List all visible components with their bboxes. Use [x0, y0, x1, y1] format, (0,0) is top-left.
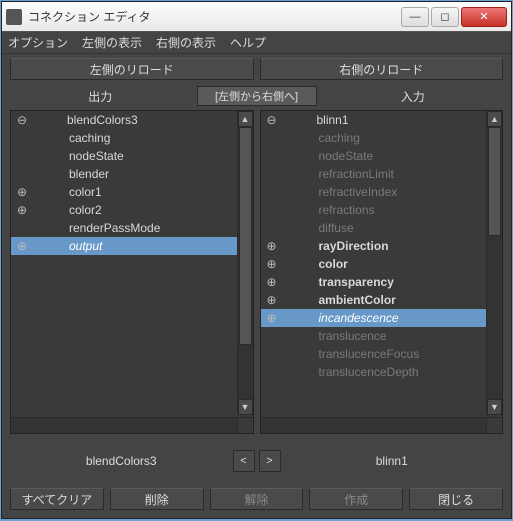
tree-item[interactable]: ⊕rayDirection: [261, 237, 503, 255]
tree-item[interactable]: refractions: [261, 201, 503, 219]
header-bar: 出力 [左側から右側へ] 入力: [2, 84, 511, 110]
tree-root[interactable]: ⊖blendColors3: [11, 111, 253, 129]
close-button-bottom[interactable]: 閉じる: [409, 488, 503, 510]
tree-item-label: incandescence: [279, 311, 399, 325]
window-title: コネクション エディタ: [28, 8, 401, 25]
bottom-bar: すべてクリア 削除 解除 作成 閉じる: [2, 484, 511, 518]
tree-item-label: caching: [279, 131, 360, 145]
tree-item-label: translucenceDepth: [279, 365, 419, 379]
tree-item-label: blender: [29, 167, 109, 181]
left-vscroll[interactable]: ▲ ▼: [237, 111, 253, 415]
tree-item[interactable]: translucence: [261, 327, 503, 345]
status-left: blendColors3: [10, 454, 233, 468]
expand-icon[interactable]: ⊕: [265, 239, 279, 253]
tree-item-label: nodeState: [29, 149, 124, 163]
tree-item-label: refractions: [279, 203, 375, 217]
tree-item-label: refractionLimit: [279, 167, 394, 181]
status-right: blinn1: [281, 454, 504, 468]
right-hscroll[interactable]: [261, 417, 487, 433]
tree-item-label: color2: [29, 203, 102, 217]
tree-item-label: nodeState: [279, 149, 374, 163]
scroll-up-icon[interactable]: ▲: [238, 111, 253, 127]
window-frame: コネクション エディタ — ◻ ✕ オプション 左側の表示 右側の表示 ヘルプ …: [1, 1, 512, 519]
tree-item[interactable]: renderPassMode: [11, 219, 253, 237]
titlebar[interactable]: コネクション エディタ — ◻ ✕: [2, 2, 511, 32]
tree-item-label: output: [29, 239, 102, 253]
expand-icon[interactable]: ⊕: [15, 239, 29, 253]
expand-icon[interactable]: ⊕: [15, 203, 29, 217]
tree-item[interactable]: nodeState: [261, 147, 503, 165]
tree-item[interactable]: ⊕incandescence: [261, 309, 503, 327]
menu-right-display[interactable]: 右側の表示: [156, 34, 216, 51]
tree-item[interactable]: ⊕color: [261, 255, 503, 273]
tree-item[interactable]: ⊕color2: [11, 201, 253, 219]
panels: ⊖blendColors3cachingnodeStateblender⊕col…: [2, 110, 511, 440]
expand-icon[interactable]: ⊕: [265, 311, 279, 325]
menubar: オプション 左側の表示 右側の表示 ヘルプ: [2, 32, 511, 54]
tree-item[interactable]: blender: [11, 165, 253, 183]
tree-item-label: renderPassMode: [29, 221, 160, 235]
tree-item-label: caching: [29, 131, 110, 145]
right-list[interactable]: ⊖blinn1 caching nodeState refractionLimit re…: [261, 111, 503, 433]
tree-item[interactable]: diffuse: [261, 219, 503, 237]
reload-left-button[interactable]: 左側のリロード: [10, 58, 254, 80]
menu-left-display[interactable]: 左側の表示: [82, 34, 142, 51]
scroll-down-icon[interactable]: ▼: [238, 399, 253, 415]
expand-icon[interactable]: ⊕: [265, 257, 279, 271]
left-list[interactable]: ⊖blendColors3cachingnodeStateblender⊕col…: [11, 111, 253, 433]
status-bar: blendColors3 < > blinn1: [2, 440, 511, 484]
reload-right-button[interactable]: 右側のリロード: [260, 58, 504, 80]
tree-item[interactable]: nodeState: [11, 147, 253, 165]
prev-button[interactable]: <: [233, 450, 255, 472]
tree-item-label: transparency: [279, 275, 394, 289]
expand-icon[interactable]: ⊕: [15, 185, 29, 199]
next-button[interactable]: >: [259, 450, 281, 472]
tree-item[interactable]: refractionLimit: [261, 165, 503, 183]
collapse-icon[interactable]: ⊖: [265, 113, 279, 127]
reload-bar: 左側のリロード 右側のリロード: [2, 54, 511, 84]
tree-root[interactable]: ⊖blinn1: [261, 111, 503, 129]
tree-item-label: refractiveIndex: [279, 185, 398, 199]
clear-all-button[interactable]: すべてクリア: [10, 488, 104, 510]
right-panel: ⊖blinn1 caching nodeState refractionLimit re…: [260, 110, 504, 434]
direction-button[interactable]: [左側から右側へ]: [197, 86, 317, 106]
minimize-button[interactable]: —: [401, 7, 429, 27]
inputs-label: 入力: [323, 88, 504, 105]
app-icon: [6, 9, 22, 25]
tree-item[interactable]: translucenceDepth: [261, 363, 503, 381]
close-button[interactable]: ✕: [461, 7, 507, 27]
tree-item-label: diffuse: [279, 221, 354, 235]
collapse-icon[interactable]: ⊖: [15, 113, 29, 127]
tree-item-label: translucenceFocus: [279, 347, 420, 361]
tree-item[interactable]: caching: [261, 129, 503, 147]
tree-item-label: color: [279, 257, 348, 271]
expand-icon[interactable]: ⊕: [265, 275, 279, 289]
left-hscroll[interactable]: [11, 417, 237, 433]
right-vscroll[interactable]: ▲ ▼: [486, 111, 502, 415]
release-button[interactable]: 解除: [210, 488, 304, 510]
tree-item[interactable]: translucenceFocus: [261, 345, 503, 363]
create-button[interactable]: 作成: [309, 488, 403, 510]
outputs-label: 出力: [10, 88, 191, 105]
tree-item[interactable]: ⊕color1: [11, 183, 253, 201]
tree-item-label: rayDirection: [279, 239, 389, 253]
scroll-down-icon[interactable]: ▼: [487, 399, 502, 415]
maximize-button[interactable]: ◻: [431, 7, 459, 27]
delete-button[interactable]: 削除: [110, 488, 204, 510]
tree-item-label: translucence: [279, 329, 387, 343]
tree-item[interactable]: caching: [11, 129, 253, 147]
scroll-up-icon[interactable]: ▲: [487, 111, 502, 127]
tree-item[interactable]: ⊕transparency: [261, 273, 503, 291]
expand-icon[interactable]: ⊕: [265, 293, 279, 307]
tree-item-label: ambientColor: [279, 293, 396, 307]
tree-item[interactable]: ⊕ambientColor: [261, 291, 503, 309]
tree-item[interactable]: ⊕output: [11, 237, 253, 255]
left-panel: ⊖blendColors3cachingnodeStateblender⊕col…: [10, 110, 254, 434]
menu-help[interactable]: ヘルプ: [230, 34, 266, 51]
tree-item-label: color1: [29, 185, 102, 199]
menu-options[interactable]: オプション: [8, 34, 68, 51]
tree-item[interactable]: refractiveIndex: [261, 183, 503, 201]
